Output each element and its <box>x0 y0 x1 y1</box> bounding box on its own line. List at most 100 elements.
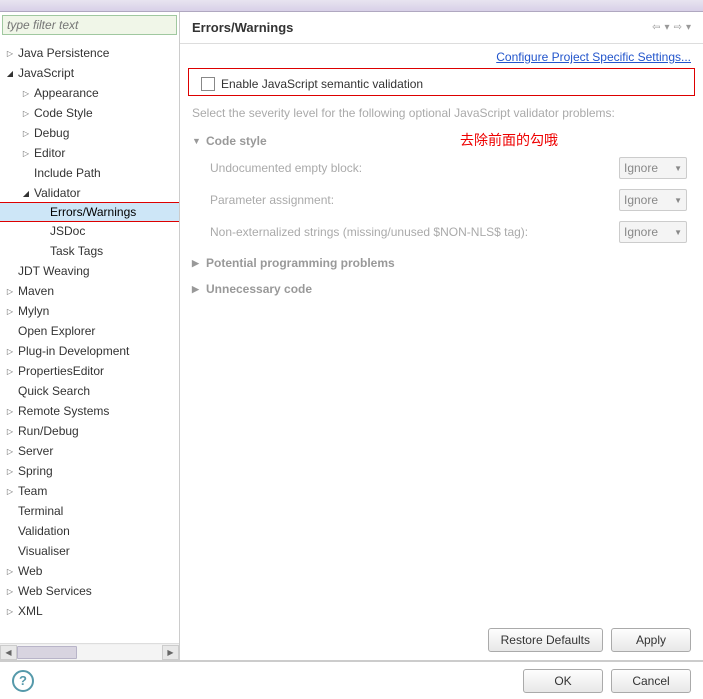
page-title: Errors/Warnings <box>192 20 293 35</box>
scroll-track[interactable] <box>17 645 162 660</box>
chevron-right-icon[interactable]: ▷ <box>4 365 16 377</box>
tree-item-team[interactable]: ▷Team <box>0 481 179 501</box>
tree-label: Maven <box>18 284 54 298</box>
nav-fwd-drop-icon[interactable]: ▾ <box>686 22 691 33</box>
tree-label: Include Path <box>34 166 101 180</box>
tree-scrollbar[interactable]: ◀ ▶ <box>0 643 179 660</box>
filter-box <box>2 15 177 37</box>
cancel-button[interactable]: Cancel <box>611 669 691 693</box>
scroll-left-button[interactable]: ◀ <box>0 645 17 660</box>
tree-item-propertieseditor[interactable]: ▷PropertiesEditor <box>0 361 179 381</box>
chevron-right-icon[interactable]: ▷ <box>4 405 16 417</box>
tree-item-mylyn[interactable]: ▷Mylyn <box>0 301 179 321</box>
chevron-right-icon[interactable]: ▷ <box>20 127 32 139</box>
severity-dropdown[interactable]: Ignore▼ <box>619 189 687 211</box>
chevron-right-icon[interactable]: ▷ <box>4 425 16 437</box>
tree-item-spring[interactable]: ▷Spring <box>0 461 179 481</box>
tree-item-debug[interactable]: ▷Debug <box>0 123 179 143</box>
chevron-down-icon: ▼ <box>674 228 682 237</box>
no-icon <box>4 525 16 537</box>
tree-item-validator[interactable]: ◢Validator <box>0 183 179 203</box>
tree-item-remote-systems[interactable]: ▷Remote Systems <box>0 401 179 421</box>
chevron-right-icon[interactable]: ▷ <box>4 305 16 317</box>
content-pane: Errors/Warnings ⇦ ▾ ⇨ ▾ Configure Projec… <box>180 12 703 660</box>
enable-validation-checkbox[interactable] <box>201 77 215 91</box>
sidebar: ▷Java Persistence◢JavaScript▷Appearance▷… <box>0 12 180 660</box>
tree-label: Code Style <box>34 106 93 120</box>
tree-label: Terminal <box>18 504 63 518</box>
chevron-right-icon[interactable]: ▷ <box>20 87 32 99</box>
tree-item-maven[interactable]: ▷Maven <box>0 281 179 301</box>
tree-item-task-tags[interactable]: Task Tags <box>0 241 179 261</box>
no-icon <box>36 206 48 218</box>
severity-dropdown[interactable]: Ignore▼ <box>619 221 687 243</box>
scroll-thumb[interactable] <box>17 646 77 659</box>
tree-item-xml[interactable]: ▷XML <box>0 601 179 621</box>
help-icon[interactable]: ? <box>12 670 34 692</box>
tree-item-code-style[interactable]: ▷Code Style <box>0 103 179 123</box>
tree-item-errors-warnings[interactable]: Errors/Warnings <box>0 202 179 222</box>
tree-item-plug-in-development[interactable]: ▷Plug-in Development <box>0 341 179 361</box>
chevron-right-icon[interactable]: ▷ <box>20 107 32 119</box>
chevron-right-icon[interactable]: ▷ <box>4 47 16 59</box>
tree-label: Web <box>18 564 42 578</box>
section-header-unnecessary[interactable]: ▶ Unnecessary code <box>192 278 691 300</box>
section-title: Unnecessary code <box>206 282 312 296</box>
chevron-right-icon[interactable]: ▷ <box>20 147 32 159</box>
option-row: Undocumented empty block:Ignore▼ <box>192 152 691 184</box>
tree-item-visualiser[interactable]: Visualiser <box>0 541 179 561</box>
section-header-code-style[interactable]: ▼ Code style <box>192 130 691 152</box>
description-text: Select the severity level for the follow… <box>180 100 703 128</box>
chevron-down-icon[interactable]: ◢ <box>20 187 32 199</box>
chevron-down-icon: ▼ <box>192 136 202 146</box>
chevron-right-icon[interactable]: ▷ <box>4 345 16 357</box>
tree-label: Run/Debug <box>18 424 79 438</box>
chevron-right-icon[interactable]: ▷ <box>4 565 16 577</box>
chevron-right-icon[interactable]: ▷ <box>4 585 16 597</box>
chevron-down-icon: ▼ <box>674 196 682 205</box>
chevron-right-icon[interactable]: ▷ <box>4 445 16 457</box>
restore-defaults-button[interactable]: Restore Defaults <box>488 628 603 652</box>
section-title: Code style <box>206 134 267 148</box>
apply-button[interactable]: Apply <box>611 628 691 652</box>
tree-item-quick-search[interactable]: Quick Search <box>0 381 179 401</box>
tree-item-server[interactable]: ▷Server <box>0 441 179 461</box>
tree-item-jdt-weaving[interactable]: JDT Weaving <box>0 261 179 281</box>
tree-label: Appearance <box>34 86 99 100</box>
tree-label: Remote Systems <box>18 404 109 418</box>
option-label: Non-externalized strings (missing/unused… <box>210 225 528 239</box>
tree-label: JSDoc <box>50 224 85 238</box>
tree-item-jsdoc[interactable]: JSDoc <box>0 221 179 241</box>
tree-label: JDT Weaving <box>18 264 90 278</box>
tree-item-java-persistence[interactable]: ▷Java Persistence <box>0 43 179 63</box>
tree-item-javascript[interactable]: ◢JavaScript <box>0 63 179 83</box>
nav-back-icon[interactable]: ⇦ <box>652 22 660 33</box>
tree-item-run-debug[interactable]: ▷Run/Debug <box>0 421 179 441</box>
section-header-potential[interactable]: ▶ Potential programming problems <box>192 252 691 274</box>
no-icon <box>4 385 16 397</box>
severity-dropdown[interactable]: Ignore▼ <box>619 157 687 179</box>
nav-fwd-icon[interactable]: ⇨ <box>674 22 682 33</box>
tree-label: Errors/Warnings <box>50 205 136 219</box>
scroll-right-button[interactable]: ▶ <box>162 645 179 660</box>
chevron-right-icon[interactable]: ▷ <box>4 605 16 617</box>
tree-label: Web Services <box>18 584 92 598</box>
tree-item-editor[interactable]: ▷Editor <box>0 143 179 163</box>
chevron-down-icon[interactable]: ◢ <box>4 67 16 79</box>
tree-item-appearance[interactable]: ▷Appearance <box>0 83 179 103</box>
tree-label: Editor <box>34 146 65 160</box>
configure-project-link[interactable]: Configure Project Specific Settings... <box>496 50 691 64</box>
tree-item-include-path[interactable]: Include Path <box>0 163 179 183</box>
tree-item-web-services[interactable]: ▷Web Services <box>0 581 179 601</box>
chevron-right-icon[interactable]: ▷ <box>4 465 16 477</box>
ok-button[interactable]: OK <box>523 669 603 693</box>
chevron-right-icon[interactable]: ▷ <box>4 285 16 297</box>
tree-item-web[interactable]: ▷Web <box>0 561 179 581</box>
nav-back-drop-icon[interactable]: ▾ <box>665 22 670 33</box>
filter-input[interactable] <box>2 15 177 35</box>
tree-label: Validator <box>34 186 80 200</box>
tree-item-terminal[interactable]: Terminal <box>0 501 179 521</box>
tree-item-open-explorer[interactable]: Open Explorer <box>0 321 179 341</box>
chevron-right-icon[interactable]: ▷ <box>4 485 16 497</box>
tree-item-validation[interactable]: Validation <box>0 521 179 541</box>
